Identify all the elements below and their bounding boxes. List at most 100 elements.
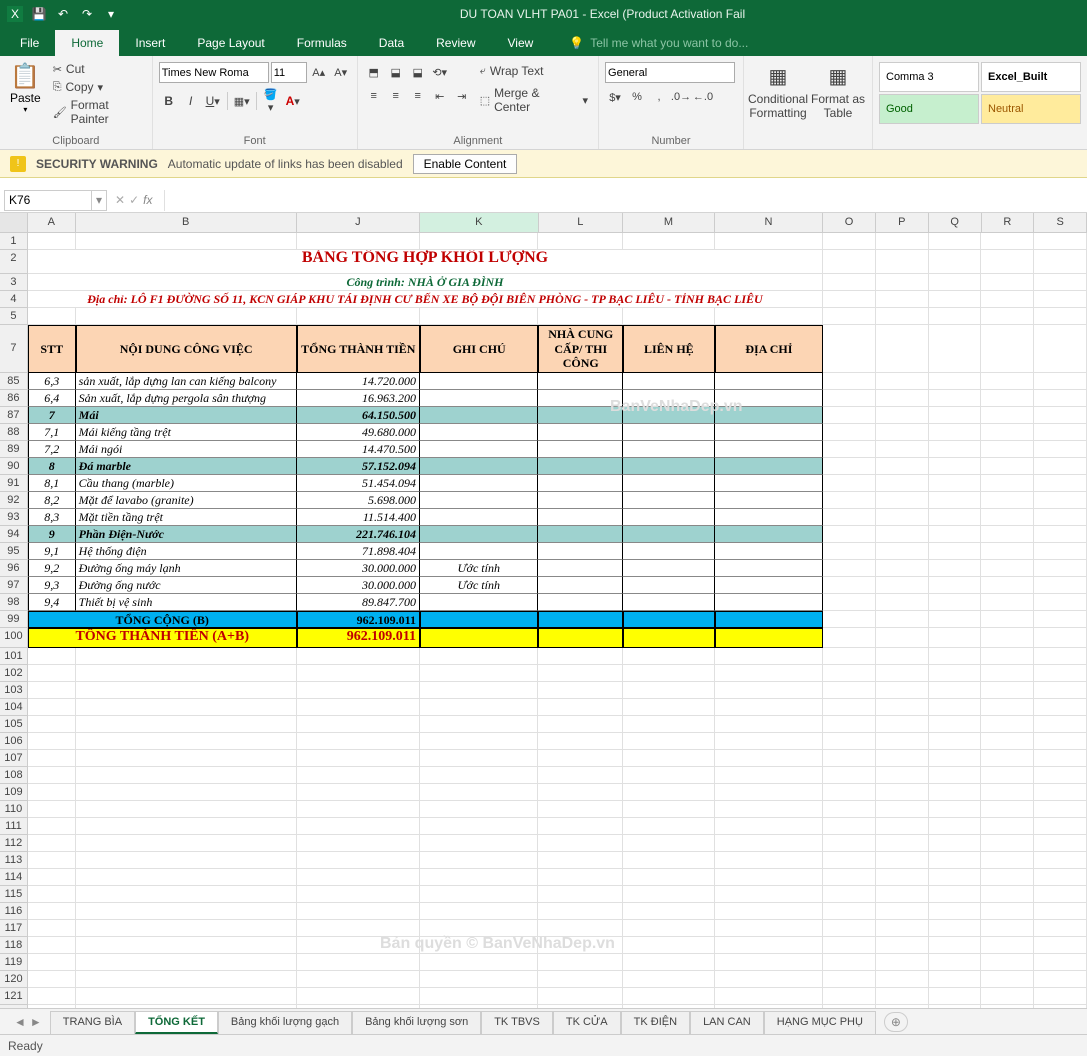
col-header-A[interactable]: A <box>28 213 76 232</box>
col-header-L[interactable]: L <box>539 213 624 232</box>
row-header[interactable]: 96 <box>0 560 28 577</box>
tab-review[interactable]: Review <box>420 30 491 56</box>
row-header[interactable]: 97 <box>0 577 28 594</box>
row-header[interactable]: 89 <box>0 441 28 458</box>
select-all-corner[interactable] <box>0 213 28 232</box>
row-header[interactable]: 117 <box>0 920 28 937</box>
style-good[interactable]: Good <box>879 94 979 124</box>
row-header[interactable]: 118 <box>0 937 28 954</box>
col-header-Q[interactable]: Q <box>929 213 982 232</box>
row-header[interactable]: 92 <box>0 492 28 509</box>
row-header[interactable]: 106 <box>0 733 28 750</box>
align-top-icon[interactable]: ⬒ <box>364 62 384 82</box>
tab-data[interactable]: Data <box>363 30 420 56</box>
row-header[interactable]: 112 <box>0 835 28 852</box>
row-header[interactable]: 7 <box>0 325 28 373</box>
doc-heading[interactable]: Công trình: NHÀ Ở GIA ĐÌNH <box>28 274 823 291</box>
row-header[interactable]: 114 <box>0 869 28 886</box>
row-header[interactable]: 98 <box>0 594 28 611</box>
conditional-formatting-button[interactable]: ▦Conditional Formatting <box>750 58 806 120</box>
table-header[interactable]: STT <box>28 325 76 373</box>
table-header[interactable]: LIÊN HỆ <box>623 325 715 373</box>
sheet-nav-next-icon[interactable]: ► <box>30 1015 42 1029</box>
row-header[interactable]: 91 <box>0 475 28 492</box>
table-header[interactable]: NHÀ CUNG CẤP/ THI CÔNG <box>538 325 623 373</box>
doc-heading[interactable]: Địa chỉ: LÔ F1 ĐƯỜNG SỐ 11, KCN GIÁP KHU… <box>28 291 823 308</box>
col-header-J[interactable]: J <box>297 213 420 232</box>
sheet-tab[interactable]: LAN CAN <box>690 1011 764 1034</box>
align-left-icon[interactable]: ≡ <box>364 86 384 106</box>
font-size-select[interactable] <box>271 62 307 83</box>
currency-icon[interactable]: $▾ <box>605 87 625 107</box>
style-comma3[interactable]: Comma 3 <box>879 62 979 92</box>
row-header[interactable]: 93 <box>0 509 28 526</box>
style-neutral[interactable]: Neutral <box>981 94 1081 124</box>
row-header[interactable]: 119 <box>0 954 28 971</box>
increase-decimal-icon[interactable]: .0→ <box>671 87 691 107</box>
row-header[interactable]: 94 <box>0 526 28 543</box>
redo-icon[interactable]: ↷ <box>76 3 98 25</box>
font-name-select[interactable] <box>159 62 269 83</box>
qat-customize-icon[interactable]: ▾ <box>100 3 122 25</box>
worksheet-grid[interactable]: ABJKLMNOPQRS 12BẢNG TỔNG HỢP KHỐI LƯỢNG3… <box>0 213 1087 1008</box>
row-header[interactable]: 85 <box>0 373 28 390</box>
sheet-tab[interactable]: TK TBVS <box>481 1011 553 1034</box>
bold-button[interactable]: B <box>159 91 179 111</box>
tab-page-layout[interactable]: Page Layout <box>181 30 280 56</box>
percent-icon[interactable]: % <box>627 87 647 107</box>
row-header[interactable]: 3 <box>0 274 28 291</box>
name-box-dropdown-icon[interactable]: ▾ <box>92 190 107 211</box>
border-button[interactable]: ▦▾ <box>232 91 252 111</box>
increase-font-icon[interactable]: A▴ <box>309 62 329 82</box>
row-header[interactable]: 104 <box>0 699 28 716</box>
row-header[interactable]: 4 <box>0 291 28 308</box>
cut-button[interactable]: ✂ Cut <box>49 60 146 78</box>
save-icon[interactable]: 💾 <box>28 3 50 25</box>
comma-icon[interactable]: , <box>649 87 669 107</box>
row-header[interactable]: 113 <box>0 852 28 869</box>
row-header[interactable]: 2 <box>0 250 28 274</box>
row-header[interactable]: 90 <box>0 458 28 475</box>
decrease-indent-icon[interactable]: ⇤ <box>430 86 450 106</box>
increase-indent-icon[interactable]: ⇥ <box>452 86 472 106</box>
name-box[interactable]: K76 <box>4 190 92 211</box>
tab-view[interactable]: View <box>492 30 550 56</box>
row-header[interactable]: 100 <box>0 628 28 648</box>
total-label[interactable]: TỔNG THÀNH TIỀN (A+B) <box>28 628 297 648</box>
row-header[interactable]: 1 <box>0 233 28 250</box>
sheet-nav-prev-icon[interactable]: ◄ <box>14 1015 26 1029</box>
sheet-tab[interactable]: HẠNG MỤC PHỤ <box>764 1011 876 1034</box>
align-bottom-icon[interactable]: ⬓ <box>408 62 428 82</box>
row-header[interactable]: 108 <box>0 767 28 784</box>
row-header[interactable]: 111 <box>0 818 28 835</box>
new-sheet-button[interactable]: ⊕ <box>884 1012 908 1032</box>
row-header[interactable]: 101 <box>0 648 28 665</box>
total-label[interactable]: TỔNG CỘNG (B) <box>28 611 297 628</box>
align-center-icon[interactable]: ≡ <box>386 86 406 106</box>
merge-center-button[interactable]: ⬚ Merge & Center ▾ <box>476 84 592 116</box>
row-header[interactable]: 110 <box>0 801 28 818</box>
col-header-R[interactable]: R <box>982 213 1035 232</box>
tell-me-search[interactable]: 💡 Tell me what you want to do... <box>569 30 748 56</box>
row-header[interactable]: 86 <box>0 390 28 407</box>
row-header[interactable]: 107 <box>0 750 28 767</box>
row-header[interactable]: 120 <box>0 971 28 988</box>
col-header-K[interactable]: K <box>420 213 538 232</box>
font-color-button[interactable]: A▾ <box>283 91 303 111</box>
row-header[interactable]: 103 <box>0 682 28 699</box>
row-header[interactable]: 115 <box>0 886 28 903</box>
sheet-tab[interactable]: TK CỬA <box>553 1011 621 1034</box>
decrease-font-icon[interactable]: A▾ <box>331 62 351 82</box>
row-header[interactable]: 87 <box>0 407 28 424</box>
col-header-N[interactable]: N <box>715 213 824 232</box>
sheet-tab[interactable]: Bảng khối lượng gạch <box>218 1011 352 1034</box>
row-header[interactable]: 99 <box>0 611 28 628</box>
align-middle-icon[interactable]: ⬓ <box>386 62 406 82</box>
wrap-text-button[interactable]: ⤶ Wrap Text <box>476 62 592 80</box>
col-header-M[interactable]: M <box>623 213 715 232</box>
tab-file[interactable]: File <box>4 30 55 56</box>
row-header[interactable]: 122 <box>0 1005 28 1008</box>
row-header[interactable]: 116 <box>0 903 28 920</box>
row-header[interactable]: 5 <box>0 308 28 325</box>
style-builtin[interactable]: Excel_Built <box>981 62 1081 92</box>
